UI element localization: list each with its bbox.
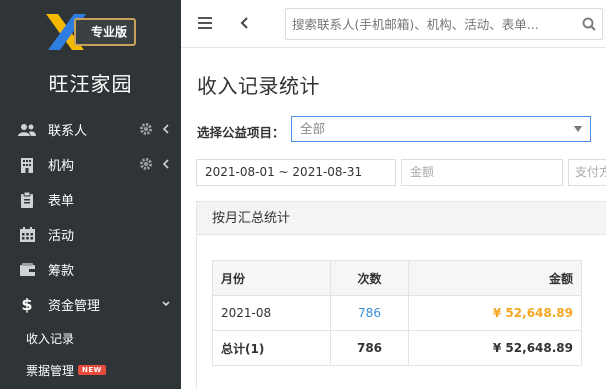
contacts-icon [18, 122, 36, 138]
brand-logo[interactable]: 专业版 [44, 12, 136, 52]
chevron-left-icon [162, 124, 169, 134]
page-title: 收入记录统计 [197, 74, 320, 98]
monthly-summary-panel: 按月汇总统计 月份 次数 金额 2021-08 786 ¥ 52,648.89 … [196, 201, 606, 389]
column-header-month: 月份 [212, 260, 331, 296]
sidebar-subitem-receipt-management[interactable]: 票据管理 NEW [0, 354, 181, 386]
sidebar-nav: 联系人 机构 表单 活动 筹款 $ 资金管理 收入记录 票据管理 NEW [0, 112, 181, 386]
dollar-icon: $ [21, 295, 33, 314]
chevron-left-icon [162, 159, 169, 169]
panel-title: 按月汇总统计 [197, 202, 606, 235]
amount-field[interactable]: 金额 [401, 159, 563, 186]
sidebar-item-contacts[interactable]: 联系人 [0, 112, 181, 147]
project-select-value: 全部 [300, 121, 326, 136]
sidebar-item-label: 表单 [48, 194, 75, 209]
gear-icon[interactable] [139, 157, 153, 171]
gear-icon[interactable] [139, 122, 153, 136]
sidebar-item-events[interactable]: 活动 [0, 217, 181, 252]
cell-total-count: 786 [330, 330, 409, 366]
search-box [285, 8, 603, 40]
cell-total-amount: ¥ 52,648.89 [408, 330, 582, 366]
summary-table: 月份 次数 金额 2021-08 786 ¥ 52,648.89 总计(1) 7… [212, 260, 582, 366]
wallet-icon [18, 262, 36, 278]
sidebar-item-fundraising[interactable]: 筹款 [0, 252, 181, 287]
project-label: 选择公益项目： [197, 125, 285, 140]
sidebar: 专业版 旺汪家园 联系人 机构 表单 活动 筹款 $ 资金管理 收入记录 票据管… [0, 0, 181, 389]
sidebar-subitem-label: 票据管理 [26, 363, 75, 378]
project-select[interactable]: 全部 [291, 116, 591, 142]
date-range-field[interactable]: 2021-08-01 ~ 2021-08-31 [196, 159, 396, 186]
table-row: 2021-08 786 ¥ 52,648.89 [212, 295, 582, 331]
search-icon[interactable] [582, 17, 596, 31]
search-input[interactable] [286, 9, 566, 39]
cell-amount: ¥ 52,648.89 [408, 295, 582, 331]
payment-method-field[interactable]: 支付方式 [568, 159, 606, 186]
chevron-left-icon[interactable] [239, 16, 249, 30]
edition-badge: 专业版 [74, 18, 136, 46]
sidebar-item-forms[interactable]: 表单 [0, 182, 181, 217]
column-header-count: 次数 [330, 260, 409, 296]
sidebar-subitem-label: 收入记录 [26, 331, 75, 346]
table-total-row: 总计(1) 786 ¥ 52,648.89 [212, 330, 582, 366]
calendar-icon [18, 227, 36, 243]
clipboard-icon [18, 191, 36, 208]
table-header-row: 月份 次数 金额 [212, 260, 582, 296]
building-icon [18, 157, 36, 173]
count-link[interactable]: 786 [358, 306, 381, 320]
chevron-down-icon [162, 301, 170, 307]
topbar [181, 0, 606, 48]
column-header-amount: 金额 [408, 260, 582, 296]
menu-icon[interactable] [198, 17, 212, 29]
sidebar-item-organizations[interactable]: 机构 [0, 147, 181, 182]
main-content: 收入记录统计 选择公益项目： 全部 2021-08-01 ~ 2021-08-3… [181, 48, 606, 389]
cell-month: 2021-08 [212, 295, 331, 331]
cell-total-label: 总计(1) [212, 330, 331, 366]
caret-down-icon [574, 126, 582, 132]
sidebar-item-label: 筹款 [48, 264, 75, 279]
sidebar-item-fund-management[interactable]: $ 资金管理 [0, 287, 181, 322]
org-name: 旺汪家园 [48, 72, 133, 96]
cell-count-link[interactable]: 786 [330, 295, 409, 331]
sidebar-subitem-income-records[interactable]: 收入记录 [0, 322, 181, 354]
new-badge: NEW [78, 365, 106, 375]
sidebar-item-label: 活动 [48, 229, 75, 244]
